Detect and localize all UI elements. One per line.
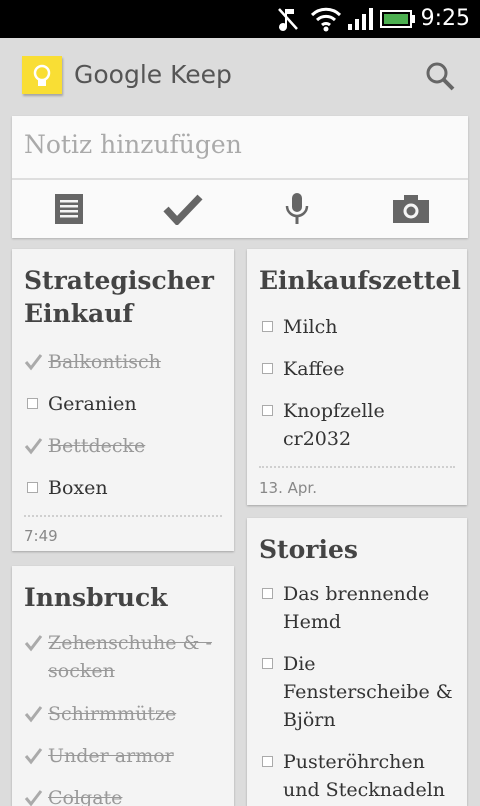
list-item-line: Das brennende	[283, 583, 430, 605]
keep-logo-icon[interactable]	[22, 56, 62, 94]
list-item-line: socken	[48, 660, 115, 682]
list-item-line: Zehenschuhe & -	[48, 632, 212, 654]
add-note-input[interactable]: Notiz hinzufügen	[24, 130, 242, 159]
checkbox-icon[interactable]	[259, 397, 279, 425]
list-item[interactable]: Kaffee	[259, 355, 461, 383]
list-item-line: Hemd	[283, 611, 341, 633]
list-item[interactable]: Bettdecke	[24, 432, 228, 460]
list-item[interactable]: Die Fensterscheibe & Björn	[259, 650, 461, 734]
signal-icon	[346, 0, 376, 38]
microphone-icon	[285, 193, 309, 224]
list-item-line: Björn	[283, 709, 336, 731]
list-item-text: Schirmmütze	[48, 703, 177, 725]
checkbox-icon[interactable]	[24, 390, 44, 418]
dotted-divider	[24, 515, 222, 517]
list-item-text: Colgate	[48, 787, 123, 806]
app-bar: Google Keep	[0, 38, 480, 112]
list-item-text: Das brennende Hemd	[283, 580, 461, 636]
search-icon[interactable]	[424, 60, 456, 92]
list-item[interactable]: Balkontisch	[24, 348, 228, 376]
list-item[interactable]: Zehenschuhe & - socken	[24, 629, 228, 685]
note-date: 7:49	[24, 527, 58, 545]
app-title: Google Keep	[74, 60, 232, 89]
list-item-text: Boxen	[48, 477, 108, 499]
list-item-line: Pusteröhrchen	[283, 751, 425, 773]
list-item-text: Pusteröhrchen und Stecknadeln	[283, 748, 461, 804]
voice-note-button[interactable]	[240, 180, 354, 238]
note-title: Stories	[259, 535, 358, 564]
battery-icon	[380, 0, 416, 38]
music-muted-icon	[276, 0, 300, 38]
list-item-text: Under armor	[48, 745, 174, 767]
note-card-strategischer-einkauf[interactable]: Strategischer Einkauf Balkontisch Gerani…	[12, 249, 234, 551]
dotted-divider	[259, 466, 455, 468]
checkbox-icon[interactable]	[259, 748, 279, 776]
list-item[interactable]: Milch	[259, 313, 461, 341]
list-item-line: Fensterscheibe &	[283, 681, 453, 703]
list-item-line: Die	[283, 653, 316, 675]
text-note-button[interactable]	[12, 180, 126, 238]
document-icon	[55, 194, 83, 224]
check-icon	[24, 348, 44, 376]
list-item-text: Bettdecke	[48, 435, 146, 457]
note-date: 13. Apr.	[259, 479, 317, 497]
list-item-text: Kaffee	[283, 358, 345, 380]
check-icon	[24, 629, 44, 657]
note-title-line: Einkauf	[24, 299, 134, 328]
list-item[interactable]: Geranien	[24, 390, 228, 418]
note-card-einkaufszettel[interactable]: Einkaufszettel Milch Kaffee Knopfzelle c…	[247, 249, 467, 505]
note-title: Einkaufszettel	[259, 266, 461, 295]
status-bar: 9:25	[0, 0, 480, 38]
note-title: Strategischer Einkauf	[24, 264, 224, 330]
checkbox-icon[interactable]	[259, 650, 279, 678]
check-icon	[24, 700, 44, 728]
list-item[interactable]: Under armor	[24, 742, 228, 770]
checkbox-icon[interactable]	[259, 313, 279, 341]
list-item-text: Balkontisch	[48, 351, 161, 373]
list-note-button[interactable]	[126, 180, 240, 238]
note-title-line: Strategischer	[24, 266, 214, 295]
check-icon	[24, 784, 44, 806]
list-item-text: Geranien	[48, 393, 137, 415]
list-item-text: Die Fensterscheibe & Björn	[283, 650, 461, 734]
checkmark-icon	[163, 194, 203, 225]
list-item[interactable]: Boxen	[24, 474, 228, 502]
clock: 9:25	[420, 6, 470, 31]
list-item-line: cr2032	[283, 428, 352, 450]
check-icon	[24, 742, 44, 770]
list-item-text: Milch	[283, 316, 338, 338]
checkbox-icon[interactable]	[259, 355, 279, 383]
list-item-text: Knopfzelle cr2032	[283, 397, 461, 453]
list-item[interactable]: Schirmmütze	[24, 700, 228, 728]
list-item[interactable]: Colgate	[24, 784, 228, 806]
checkbox-icon[interactable]	[259, 580, 279, 608]
note-title: Innsbruck	[24, 583, 168, 612]
wifi-icon	[310, 0, 342, 38]
photo-note-button[interactable]	[354, 180, 468, 238]
note-card-stories[interactable]: Stories Das brennende Hemd Die Fenstersc…	[247, 518, 467, 806]
note-card-innsbruck[interactable]: Innsbruck Zehenschuhe & - socken Schirmm…	[12, 566, 234, 806]
list-item[interactable]: Knopfzelle cr2032	[259, 397, 461, 453]
checkbox-icon[interactable]	[24, 474, 44, 502]
check-icon	[24, 432, 44, 460]
list-item-line: Knopfzelle	[283, 400, 385, 422]
camera-icon	[393, 195, 429, 223]
list-item[interactable]: Pusteröhrchen und Stecknadeln	[259, 748, 461, 804]
add-note-panel: Notiz hinzufügen	[12, 116, 468, 238]
note-type-toolbar	[12, 180, 468, 238]
list-item[interactable]: Das brennende Hemd	[259, 580, 461, 636]
list-item-text: Zehenschuhe & - socken	[48, 629, 228, 685]
